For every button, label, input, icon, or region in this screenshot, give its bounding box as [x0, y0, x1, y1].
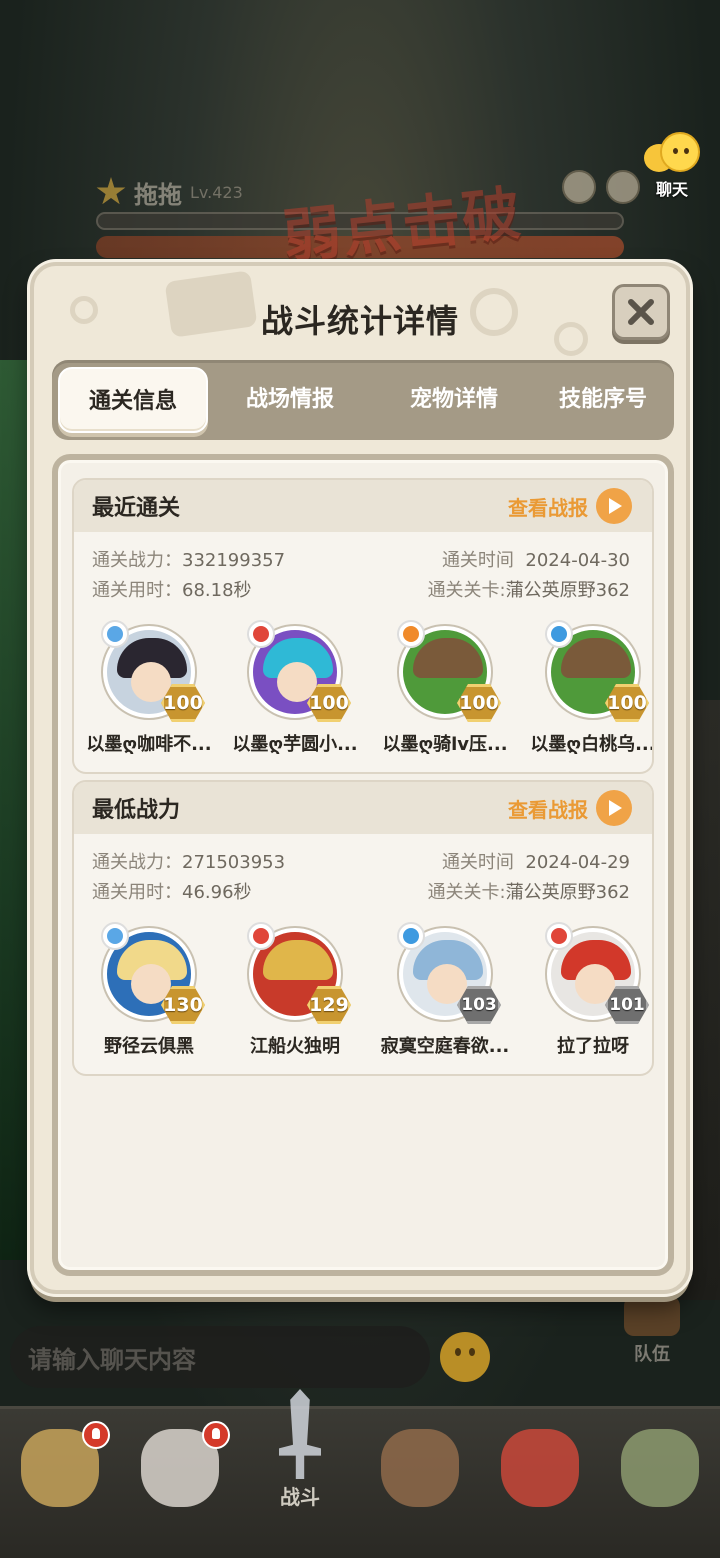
power-stat: 通关战力：271503953 [92, 852, 286, 873]
tab-clear-info[interactable]: 通关信息 [58, 367, 208, 433]
nav-battle-label: 战斗 [280, 1485, 320, 1509]
buff-icon [606, 170, 640, 204]
view-report-label: 查看战报 [508, 797, 588, 822]
duration-stat: 通关用时：68.18秒 [92, 580, 252, 601]
character-5-icon [621, 1429, 699, 1507]
chat-icon [642, 132, 702, 176]
alert-badge-icon [82, 1421, 110, 1449]
stage-stat: 通关关卡:蒲公英原野362 [427, 882, 630, 903]
view-report-button[interactable]: 查看战报 [508, 488, 632, 524]
nav-character-1[interactable] [6, 1421, 114, 1529]
alert-badge-icon [202, 1421, 230, 1449]
duration-stat: 通关用时：46.96秒 [92, 882, 252, 903]
nav-battle[interactable]: 战斗 [246, 1389, 354, 1509]
boss-name: 拖拖 [134, 180, 182, 209]
nav-character-4[interactable] [486, 1429, 594, 1529]
nav-character-2[interactable] [126, 1421, 234, 1529]
boss-buff-icons [562, 170, 640, 204]
bottom-navigation: 战斗 [0, 1389, 720, 1558]
water-element-icon [545, 620, 573, 648]
play-icon [596, 790, 632, 826]
tab-pet-details[interactable]: 宠物详情 [372, 367, 536, 433]
chat-button-label: 聊天 [655, 180, 688, 199]
card-title: 最低战力 [92, 798, 181, 823]
character-4-icon [501, 1429, 579, 1507]
hero-name: 寂寞空庭春欲... [380, 1036, 510, 1057]
team-button[interactable]: 队伍 [624, 1296, 680, 1366]
hero-slot[interactable]: 130 野径云俱黑 [74, 922, 224, 1058]
team-label: 队伍 [634, 1344, 670, 1365]
clear-time-stat: 通关时间 2024-04-30 [441, 550, 630, 571]
buff-icon [562, 170, 596, 204]
modal-title: 战斗统计详情 [260, 302, 459, 340]
hero-slot[interactable]: 103 寂寞空庭春欲... [370, 922, 520, 1058]
play-icon [596, 488, 632, 524]
chat-input[interactable]: 请输入聊天内容 [10, 1326, 430, 1388]
hero-name: 江船火独明 [250, 1036, 340, 1057]
fire-element-icon [247, 620, 275, 648]
character-3-icon [381, 1429, 459, 1507]
team-icon [624, 1296, 680, 1336]
clear-time-stat: 通关时间 2024-04-29 [441, 852, 630, 873]
hero-name: 拉了拉呀 [557, 1036, 629, 1057]
fire-element-icon [397, 620, 425, 648]
hero-slot[interactable]: 129 江船火独明 [220, 922, 370, 1058]
hero-name: 野径云俱黑 [104, 1036, 194, 1057]
close-button[interactable] [612, 284, 670, 340]
close-icon [628, 299, 654, 325]
stage-stat: 通关关卡:蒲公英原野362 [427, 580, 630, 601]
tab-bar: 通关信息 战场情报 宠物详情 技能序号 [52, 360, 674, 440]
power-stat: 通关战力：332199357 [92, 550, 286, 571]
hero-name: 以墨ღ芋圆小... [232, 734, 358, 755]
tab-battlefield-intel[interactable]: 战场情报 [208, 367, 372, 433]
star-icon [96, 177, 126, 205]
hero-slot[interactable]: 100 以墨ღ白桃乌... [518, 620, 654, 756]
battle-sword-icon [279, 1389, 321, 1479]
nav-character-5[interactable] [606, 1429, 714, 1529]
ice-element-icon [101, 922, 129, 950]
hero-slot[interactable]: 100 以墨ღ骑lv压... [370, 620, 520, 756]
hero-lineup: 100 以墨ღ咖啡不... 100 以墨ღ芋圆小... 100 以墨ღ骑lv压.… [74, 620, 654, 766]
emoji-icon[interactable] [440, 1332, 490, 1382]
hero-name: 以墨ღ咖啡不... [86, 734, 212, 755]
view-report-label: 查看战报 [508, 495, 588, 520]
ice-element-icon [101, 620, 129, 648]
recent-clear-card: 最近通关 查看战报 通关战力：332199357 通关时间 2024-04-30… [72, 478, 654, 774]
boss-level: Lv.423 [190, 182, 243, 202]
water-element-icon [397, 922, 425, 950]
hero-slot[interactable]: 101 拉了拉呀 [518, 922, 652, 1058]
hero-name: 以墨ღ骑lv压... [382, 734, 508, 755]
view-report-button[interactable]: 查看战报 [508, 790, 632, 826]
hero-slot[interactable]: 100 以墨ღ咖啡不... [74, 620, 224, 756]
hero-name: 以墨ღ白桃乌... [530, 734, 654, 755]
tab-skill-order[interactable]: 技能序号 [536, 367, 670, 433]
fire-element-icon [545, 922, 573, 950]
hero-slot[interactable]: 100 以墨ღ芋圆小... [220, 620, 370, 756]
fire-element-icon [247, 922, 275, 950]
hero-lineup: 130 野径云俱黑 129 江船火独明 103 寂寞空庭春欲... 101 拉了… [74, 922, 652, 1068]
content-panel: 最近通关 查看战报 通关战力：332199357 通关时间 2024-04-30… [52, 454, 674, 1276]
nav-character-3[interactable] [366, 1429, 474, 1529]
lowest-power-card: 最低战力 查看战报 通关战力：271503953 通关时间 2024-04-29… [72, 780, 654, 1076]
battle-stats-modal: 战斗统计详情 通关信息 战场情报 宠物详情 技能序号 最近通关 查看战报 通关战… [30, 262, 690, 1294]
chat-button[interactable]: 聊天 [642, 132, 702, 199]
card-title: 最近通关 [92, 496, 181, 521]
